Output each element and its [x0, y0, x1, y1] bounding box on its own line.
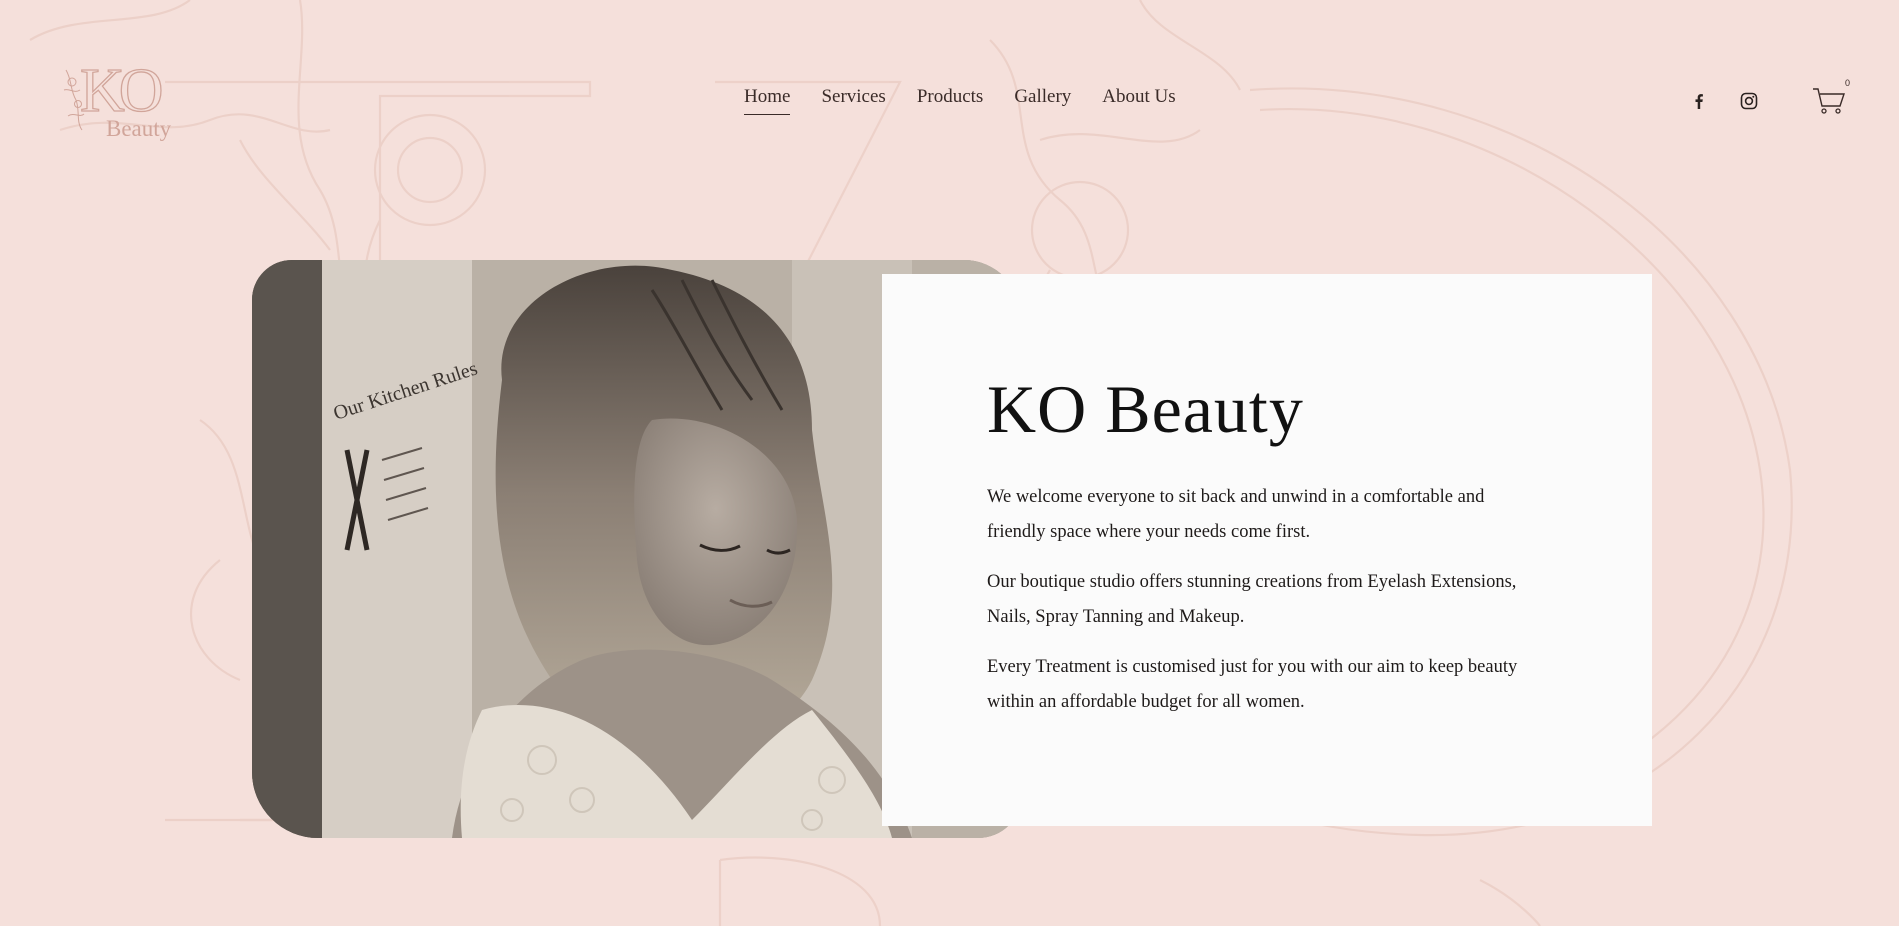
- nav-item-gallery[interactable]: Gallery: [1014, 86, 1071, 115]
- intro-paragraph-2: Our boutique studio offers stunning crea…: [987, 572, 1517, 627]
- intro-paragraph-3: Every Treatment is customised just for y…: [987, 657, 1518, 712]
- instagram-icon[interactable]: [1740, 92, 1758, 110]
- site-logo[interactable]: KO Beauty: [58, 57, 178, 150]
- main-navigation: Home Services Products Gallery About Us: [744, 86, 1207, 115]
- intro-card: KO Beauty We welcome everyone to sit bac…: [882, 274, 1652, 826]
- site-header: KO Beauty Home Services Products Gallery…: [0, 0, 1899, 200]
- cart-icon[interactable]: [1812, 86, 1846, 116]
- logo-word: Beauty: [106, 116, 172, 141]
- nav-item-home[interactable]: Home: [744, 86, 791, 115]
- nav-item-services[interactable]: Services: [821, 86, 885, 115]
- nav-item-products[interactable]: Products: [917, 86, 984, 115]
- nav-item-about-us[interactable]: About Us: [1102, 86, 1175, 115]
- hero-title: KO Beauty: [987, 371, 1304, 447]
- cart-count-badge: 0: [1845, 78, 1851, 88]
- logo-letters: KO: [79, 57, 164, 125]
- intro-paragraph-1: We welcome everyone to sit back and unwi…: [987, 487, 1485, 542]
- facebook-icon[interactable]: [1690, 92, 1708, 110]
